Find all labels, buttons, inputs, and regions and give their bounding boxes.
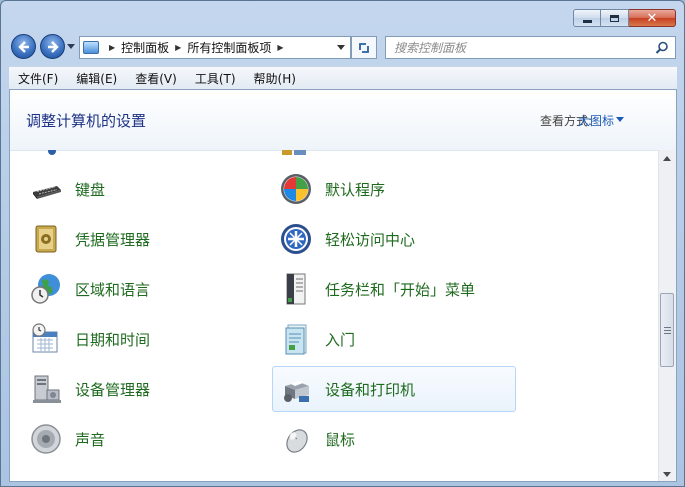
address-dropdown-icon[interactable] — [337, 45, 345, 50]
item-label: 日期和时间 — [75, 330, 151, 349]
item-devices-printers[interactable]: 设备和打印机 — [272, 366, 516, 412]
devices-printers-icon — [279, 372, 313, 406]
device-manager-icon — [29, 372, 63, 406]
item-label: 声音 — [75, 430, 106, 449]
recent-pages-dropdown[interactable] — [67, 44, 75, 49]
item-label: 设备和打印机 — [325, 380, 416, 399]
grip-line — [664, 327, 671, 328]
refresh-button[interactable] — [351, 36, 377, 59]
item-sound[interactable]: 声音 — [22, 416, 262, 462]
caption-buttons: ✕ — [573, 9, 676, 27]
address-bar[interactable]: ▶ 控制面板 ▶ 所有控制面板项 ▶ — [79, 36, 351, 59]
breadcrumb-separator-icon[interactable]: ▶ — [175, 43, 181, 52]
breadcrumb-separator-icon[interactable]: ▶ — [277, 43, 283, 52]
item-taskbar-start-menu[interactable]: 任务栏和「开始」菜单 — [272, 266, 516, 312]
search-icon[interactable] — [655, 41, 669, 55]
item-label: 凭据管理器 — [75, 230, 151, 249]
forward-button[interactable] — [40, 34, 65, 59]
item-date-time[interactable]: 日期和时间 — [22, 316, 262, 362]
control-panel-items: 键盘 凭据管理器 区域和语言 日期和时间 设备管理器 声音 默认程序 轻松访问中… — [10, 150, 658, 481]
content-header: 调整计算机的设置 查看方式: 大图标 — [10, 90, 676, 151]
item-ease-of-access[interactable]: 轻松访问中心 — [272, 216, 516, 262]
item-default-programs[interactable]: 默认程序 — [272, 166, 516, 212]
refresh-icon — [359, 42, 369, 53]
scroll-down-icon[interactable] — [663, 472, 671, 477]
item-label: 入门 — [325, 330, 356, 349]
sound-icon — [29, 422, 63, 456]
grip-line — [664, 330, 671, 331]
menu-tools[interactable]: 工具(T) — [186, 70, 245, 87]
partial-item-icon — [44, 150, 60, 158]
region-language-icon — [29, 272, 63, 306]
menu-bar: 文件(F) 编辑(E) 查看(V) 工具(T) 帮助(H) — [9, 66, 677, 89]
vertical-scrollbar[interactable] — [658, 150, 676, 481]
item-mouse[interactable]: 鼠标 — [272, 416, 516, 462]
back-button[interactable] — [11, 34, 36, 59]
grip-line — [664, 333, 671, 334]
mouse-icon — [279, 422, 313, 456]
view-by-dropdown[interactable]: 大图标 — [578, 112, 614, 129]
menu-file[interactable]: 文件(F) — [9, 70, 67, 87]
minimize-icon — [582, 19, 592, 23]
search-input[interactable] — [386, 37, 644, 58]
control-panel-window: ✕ ▶ 控制面板 ▶ 所有控制面板项 ▶ 搜索控制面板 文件(F) 编辑(E) … — [0, 0, 685, 487]
item-device-manager[interactable]: 设备管理器 — [22, 366, 262, 412]
getting-started-icon — [279, 322, 313, 356]
item-credential-manager[interactable]: 凭据管理器 — [22, 216, 262, 262]
menu-help[interactable]: 帮助(H) — [245, 70, 305, 87]
default-programs-icon — [279, 172, 313, 206]
maximize-icon — [610, 14, 619, 22]
keyboard-icon — [29, 172, 63, 206]
credential-manager-icon — [29, 222, 63, 256]
item-label: 默认程序 — [325, 180, 386, 199]
navigation-bar: ▶ 控制面板 ▶ 所有控制面板项 ▶ — [1, 31, 684, 63]
item-label: 任务栏和「开始」菜单 — [325, 280, 476, 299]
item-keyboard[interactable]: 键盘 — [22, 166, 262, 212]
back-arrow-icon — [17, 40, 29, 53]
close-button[interactable]: ✕ — [629, 9, 676, 27]
item-label: 键盘 — [75, 180, 106, 199]
item-getting-started[interactable]: 入门 — [272, 316, 516, 362]
content-pane: 调整计算机的设置 查看方式: 大图标 键盘 凭据管理器 区域和语言 日期和时间 … — [9, 89, 677, 482]
search-box[interactable] — [385, 36, 676, 59]
item-label: 设备管理器 — [75, 380, 151, 399]
chevron-down-icon[interactable] — [616, 117, 624, 122]
breadcrumb-control-panel[interactable]: 控制面板 — [121, 39, 169, 56]
item-label: 轻松访问中心 — [325, 230, 416, 249]
date-time-icon — [29, 322, 63, 356]
scrollbar-thumb[interactable] — [660, 293, 674, 367]
page-title: 调整计算机的设置 — [26, 112, 147, 130]
breadcrumb-all-items[interactable]: 所有控制面板项 — [187, 39, 271, 56]
menu-view[interactable]: 查看(V) — [126, 70, 186, 87]
menu-edit[interactable]: 编辑(E) — [67, 70, 126, 87]
maximize-button[interactable] — [601, 9, 629, 27]
partial-item-icon — [278, 150, 312, 158]
close-icon: ✕ — [646, 10, 658, 26]
breadcrumb-separator-icon[interactable]: ▶ — [109, 43, 115, 52]
item-label: 鼠标 — [325, 430, 356, 449]
item-label: 区域和语言 — [75, 280, 151, 299]
item-region-language[interactable]: 区域和语言 — [22, 266, 262, 312]
control-panel-icon — [83, 41, 99, 54]
ease-of-access-icon — [279, 222, 313, 256]
taskbar-start-menu-icon — [279, 272, 313, 306]
minimize-button[interactable] — [573, 9, 601, 27]
scroll-up-icon[interactable] — [663, 156, 671, 161]
forward-arrow-icon — [47, 40, 59, 53]
